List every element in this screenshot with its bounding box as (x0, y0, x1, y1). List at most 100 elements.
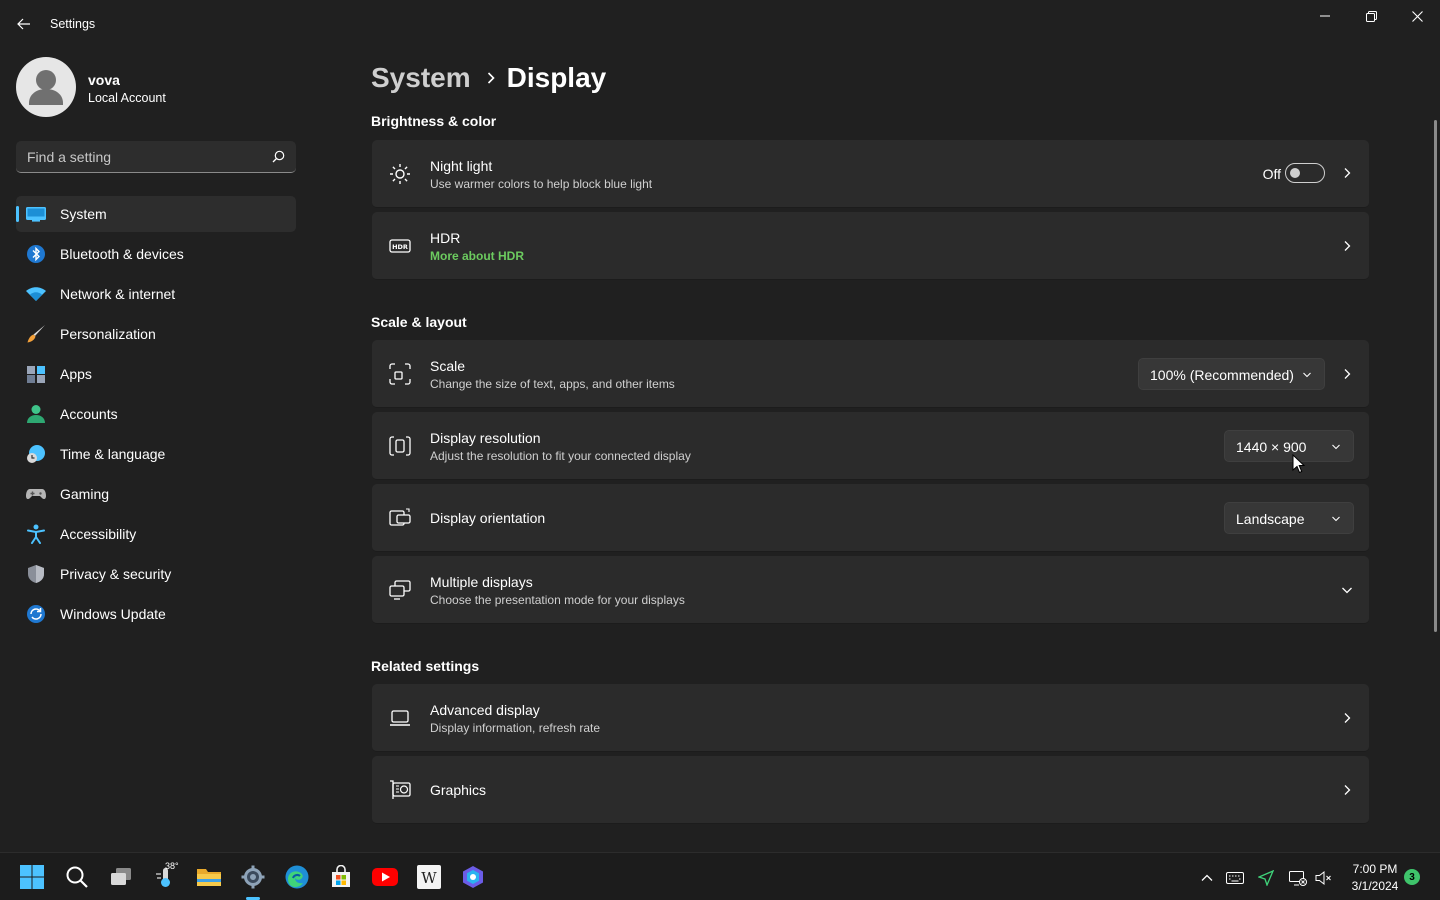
sidebar-item-system[interactable]: System (16, 196, 296, 232)
breadcrumb-parent[interactable]: System (371, 62, 471, 94)
volume-tray-button[interactable] (1315, 869, 1333, 887)
brightness-icon (389, 163, 411, 185)
sidebar-item-label: Accounts (60, 406, 118, 422)
task-view-button[interactable] (107, 863, 135, 891)
sidebar-item-label: Accessibility (60, 526, 137, 542)
graphics-title: Graphics (430, 782, 487, 798)
keyboard-icon (1226, 872, 1244, 884)
paintbrush-icon (26, 324, 46, 344)
gear-icon (241, 865, 265, 889)
chevron-right-icon (1344, 168, 1351, 178)
scale-card[interactable]: Scale Change the size of text, apps, and… (372, 340, 1369, 408)
page-title: Display (506, 62, 607, 93)
svg-text:W: W (421, 869, 437, 887)
file-explorer-button[interactable] (195, 863, 223, 891)
graphics-card-icon (389, 779, 411, 801)
network-tray-button[interactable] (1289, 869, 1307, 887)
orientation-card[interactable]: Display orientation Landscape (372, 484, 1369, 552)
chevron-right-icon (1344, 241, 1351, 251)
search-icon (66, 866, 88, 888)
scrollbar[interactable] (1434, 120, 1437, 632)
restore-icon (1365, 10, 1377, 22)
copilot-button[interactable] (459, 863, 487, 891)
settings-app-button[interactable] (239, 863, 267, 891)
laptop-icon (389, 707, 411, 729)
clock-time[interactable]: 7:00 PM (1352, 862, 1398, 876)
toggle-knob (1290, 168, 1300, 178)
globe-clock-icon (26, 444, 46, 464)
sidebar-item-label: System (60, 206, 107, 222)
hdr-card[interactable]: HDR HDR More about HDR (372, 212, 1369, 280)
sidebar-item-label: Network & internet (60, 286, 176, 302)
sidebar-item-bluetooth[interactable]: Bluetooth & devices (16, 236, 296, 272)
scale-dropdown-value: 100% (Recommended) (1150, 367, 1294, 383)
night-light-card[interactable]: Night light Use warmer colors to help bl… (372, 140, 1369, 208)
profile-name: vova (88, 72, 120, 88)
bluetooth-icon (26, 244, 46, 264)
night-light-title: Night light (430, 158, 493, 174)
sidebar-item-privacy[interactable]: Privacy & security (16, 556, 296, 592)
multiple-displays-card[interactable]: Multiple displays Choose the presentatio… (372, 556, 1369, 624)
minimize-button[interactable] (1302, 0, 1348, 32)
graphics-card[interactable]: Graphics (372, 756, 1369, 824)
scale-title: Scale (430, 358, 466, 374)
multiple-displays-subtitle: Choose the presentation mode for your di… (430, 593, 685, 607)
network-disconnected-icon (1289, 871, 1307, 886)
svg-text:HDR: HDR (392, 243, 408, 251)
location-arrow-icon (1258, 870, 1274, 886)
title-bar: Settings (0, 0, 1440, 48)
taskbar: 38° W 7:00 PM 3/1/2024 3 (0, 852, 1440, 900)
minimize-icon (1320, 15, 1330, 17)
back-arrow-icon (17, 18, 30, 30)
sidebar-item-apps[interactable]: Apps (16, 356, 296, 392)
close-button[interactable] (1394, 0, 1440, 32)
night-light-toggle[interactable] (1285, 163, 1325, 183)
multiple-displays-icon (389, 579, 411, 601)
section-title-scale-layout: Scale & layout (371, 314, 467, 330)
scale-dropdown[interactable]: 100% (Recommended) (1138, 358, 1325, 390)
store-icon (332, 865, 350, 887)
accessibility-icon (26, 524, 46, 544)
taskbar-search-button[interactable] (63, 863, 91, 891)
sidebar-item-accessibility[interactable]: Accessibility (16, 516, 296, 552)
sidebar-item-network[interactable]: Network & internet (16, 276, 296, 312)
sidebar-item-label: Personalization (60, 326, 156, 342)
resolution-dropdown-value: 1440 × 900 (1236, 439, 1307, 455)
chevron-down-icon[interactable] (1341, 584, 1353, 596)
night-light-toggle-state: Off (1262, 166, 1281, 182)
sidebar-item-accounts[interactable]: Accounts (16, 396, 296, 432)
microsoft-store-button[interactable] (327, 863, 355, 891)
user-profile[interactable]: vova Local Account (16, 57, 316, 117)
location-tray-button[interactable] (1257, 869, 1275, 887)
shield-icon (26, 564, 46, 584)
resolution-dropdown[interactable]: 1440 × 900 (1224, 430, 1354, 462)
show-hidden-icons-button[interactable] (1198, 869, 1216, 887)
chevron-down-icon (1303, 372, 1311, 378)
section-title-related: Related settings (371, 658, 480, 674)
orientation-dropdown[interactable]: Landscape (1224, 502, 1354, 534)
resolution-card[interactable]: Display resolution Adjust the resolution… (372, 412, 1369, 480)
back-button[interactable] (10, 12, 38, 36)
start-button[interactable] (18, 863, 46, 891)
update-icon (26, 604, 46, 624)
search-input[interactable]: Find a setting (16, 141, 296, 173)
advanced-display-card[interactable]: Advanced display Display information, re… (372, 684, 1369, 752)
clock-date[interactable]: 3/1/2024 (1348, 879, 1402, 893)
edge-browser-button[interactable] (283, 863, 311, 891)
chevron-down-icon (1332, 516, 1340, 522)
youtube-button[interactable] (371, 863, 399, 891)
wikipedia-icon: W (417, 865, 441, 889)
sidebar-item-gaming[interactable]: Gaming (16, 476, 296, 512)
avatar (16, 57, 76, 117)
gamepad-icon (26, 484, 46, 504)
chevron-up-icon (1201, 874, 1213, 881)
sidebar-item-personalization[interactable]: Personalization (16, 316, 296, 352)
hdr-learn-more-link[interactable]: More about HDR (430, 249, 524, 263)
sidebar-item-windows-update[interactable]: Windows Update (16, 596, 296, 632)
chevron-right-icon (1344, 713, 1351, 723)
wikipedia-button[interactable]: W (415, 863, 443, 891)
notification-badge[interactable]: 3 (1404, 869, 1420, 885)
sidebar-item-time-language[interactable]: Time & language (16, 436, 296, 472)
restore-button[interactable] (1348, 0, 1394, 32)
keyboard-tray-button[interactable] (1226, 869, 1244, 887)
